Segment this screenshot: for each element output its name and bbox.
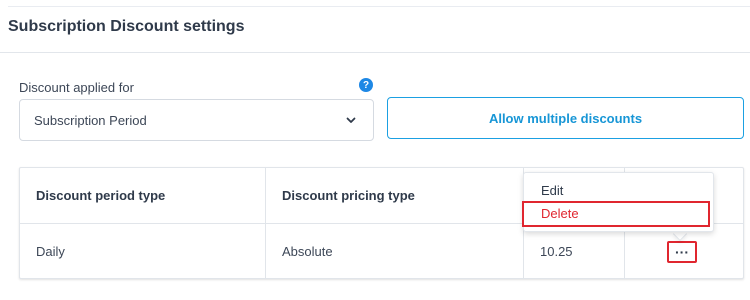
select-value: Subscription Period — [34, 112, 147, 128]
table-row: Daily Absolute 10.25 — [20, 224, 743, 278]
menu-item-edit[interactable]: Edit — [541, 183, 563, 198]
column-header-period-type[interactable]: Discount period type — [20, 168, 266, 223]
top-divider — [8, 6, 750, 7]
cell-period-type: Daily — [20, 224, 266, 278]
section-title: Subscription Discount settings — [8, 18, 245, 35]
subscription-discount-settings-page: Subscription Discount settings Discount … — [0, 0, 750, 300]
chevron-down-icon — [346, 117, 356, 123]
more-actions-button[interactable]: ··· — [667, 241, 697, 263]
discount-applied-label: Discount applied for — [19, 80, 134, 95]
allow-multiple-discounts-button[interactable]: Allow multiple discounts — [387, 97, 744, 139]
help-icon[interactable]: ? — [359, 78, 373, 92]
menu-item-delete[interactable]: Delete — [541, 206, 579, 221]
title-divider — [0, 52, 750, 53]
column-header-pricing-type[interactable]: Discount pricing type — [266, 168, 524, 223]
cell-amount: 10.25 — [524, 224, 625, 278]
cell-pricing-type: Absolute — [266, 224, 524, 278]
discount-applied-select[interactable]: Subscription Period — [19, 99, 374, 141]
